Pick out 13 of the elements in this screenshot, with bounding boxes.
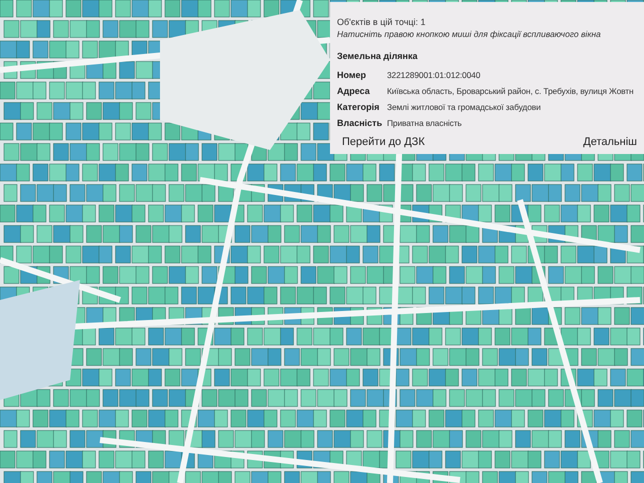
- field-value: Приватна власність: [387, 116, 462, 130]
- field-value: Київська область, Броварський район, с. Требухів, вулиця Жовтн: [387, 84, 634, 98]
- field-value: 3221289001:01:012:0040: [387, 68, 480, 82]
- section-title: Земельна ділянка: [337, 50, 419, 63]
- field-label: Власність: [337, 116, 384, 130]
- field-label: Номер: [337, 68, 368, 82]
- field-label: Категорія: [337, 100, 380, 114]
- field-label: Адреса: [337, 84, 371, 98]
- field-value: Землі житлової та громадської забудови: [387, 100, 541, 114]
- objects-count: Об'єктів в цій точці: 1: [337, 16, 427, 28]
- hint-text: Натисніть правою кнопкою миші для фіксації вспливаючого вікна: [337, 28, 602, 40]
- dzk-link[interactable]: Перейти до ДЗК: [342, 134, 425, 150]
- details-link[interactable]: Детальніш: [583, 134, 637, 150]
